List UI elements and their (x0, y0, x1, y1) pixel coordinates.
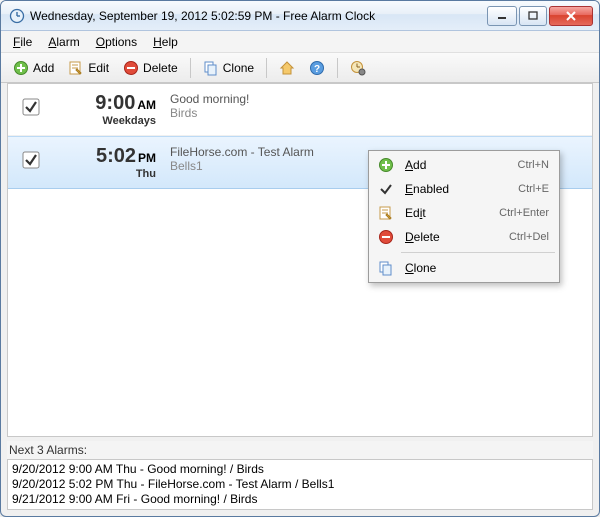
delete-button[interactable]: Delete (117, 57, 184, 79)
time-value: 5:02 (96, 145, 136, 167)
context-menu: Add Ctrl+N Enabled Ctrl+E Edit Ctrl+Ente… (368, 150, 560, 283)
footer-label: Next 3 Alarms: (7, 441, 593, 459)
ctx-add-shortcut: Ctrl+N (518, 159, 549, 171)
edit-icon (378, 205, 394, 221)
edit-label: Edit (88, 61, 109, 75)
alarm-checkbox-wrap (18, 92, 42, 114)
window-controls (487, 6, 593, 26)
app-icon (9, 8, 25, 24)
home-icon (279, 60, 295, 76)
ctx-add[interactable]: Add Ctrl+N (371, 153, 557, 177)
alarm-checkbox-wrap (18, 145, 42, 167)
upcoming-alarm: 9/21/2012 9:00 AM Fri - Good morning! / … (12, 492, 588, 507)
delete-icon (378, 229, 394, 245)
help-button[interactable]: ? (303, 57, 331, 79)
upcoming-alarm: 9/20/2012 9:00 AM Thu - Good morning! / … (12, 462, 588, 477)
menu-alarm[interactable]: Alarm (40, 33, 87, 51)
window-title: Wednesday, September 19, 2012 5:02:59 PM… (30, 9, 375, 23)
ctx-edit-shortcut: Ctrl+Enter (499, 207, 549, 219)
help-icon: ? (309, 60, 325, 76)
maximize-button[interactable] (519, 6, 547, 26)
time-ampm: AM (137, 98, 156, 112)
alarm-row[interactable]: 9:00AM Weekdays Good morning! Birds (8, 84, 592, 136)
clock-gear-icon (350, 60, 366, 76)
alarm-list[interactable]: 9:00AM Weekdays Good morning! Birds 5:02… (8, 84, 592, 436)
edit-icon (68, 60, 84, 76)
upcoming-alarm: 9/20/2012 5:02 PM Thu - FileHorse.com - … (12, 477, 588, 492)
ctx-separator (401, 252, 555, 253)
add-label: Add (33, 61, 54, 75)
ctx-add-label: Add (405, 158, 510, 172)
alarm-sound: Birds (170, 106, 582, 120)
clock-settings-button[interactable] (344, 57, 372, 79)
window-title-wrap: Wednesday, September 19, 2012 5:02:59 PM… (9, 8, 487, 24)
ctx-delete-shortcut: Ctrl+Del (509, 231, 549, 243)
app-window: Wednesday, September 19, 2012 5:02:59 PM… (0, 0, 600, 517)
delete-label: Delete (143, 61, 178, 75)
menu-help[interactable]: Help (145, 33, 186, 51)
time-value: 9:00 (95, 92, 135, 114)
separator (266, 58, 267, 78)
close-button[interactable] (549, 6, 593, 26)
ctx-enabled[interactable]: Enabled Ctrl+E (371, 177, 557, 201)
menu-options[interactable]: Options (88, 33, 145, 51)
delete-icon (123, 60, 139, 76)
ctx-delete[interactable]: Delete Ctrl+Del (371, 225, 557, 249)
title-bar[interactable]: Wednesday, September 19, 2012 5:02:59 PM… (1, 1, 599, 31)
checkbox-checked-icon[interactable] (22, 98, 38, 114)
separator (190, 58, 191, 78)
home-button[interactable] (273, 57, 301, 79)
alarm-time: 9:00AM Weekdays (56, 92, 156, 127)
ctx-enabled-label: Enabled (405, 182, 510, 196)
checkmark-icon (378, 181, 394, 197)
alarm-description: Good morning! Birds (170, 92, 582, 120)
add-button[interactable]: Add (7, 57, 60, 79)
time-days: Weekdays (56, 115, 156, 127)
menu-file[interactable]: File (5, 33, 40, 51)
clone-icon (378, 260, 394, 276)
svg-text:?: ? (314, 64, 320, 75)
alarm-title: Good morning! (170, 92, 582, 106)
ctx-clone[interactable]: Clone (371, 256, 557, 280)
clone-label: Clone (223, 61, 254, 75)
content-area: 9:00AM Weekdays Good morning! Birds 5:02… (7, 83, 593, 437)
time-days: Thu (56, 168, 156, 180)
alarm-time: 5:02PM Thu (56, 145, 156, 180)
ctx-enabled-shortcut: Ctrl+E (518, 183, 549, 195)
toolbar: Add Edit Delete Clone ? (1, 53, 599, 83)
plus-icon (378, 157, 394, 173)
ctx-clone-label: Clone (405, 261, 541, 275)
checkbox-checked-icon[interactable] (22, 151, 38, 167)
ctx-edit[interactable]: Edit Ctrl+Enter (371, 201, 557, 225)
ctx-delete-label: Delete (405, 230, 501, 244)
plus-icon (13, 60, 29, 76)
clone-icon (203, 60, 219, 76)
minimize-button[interactable] (487, 6, 517, 26)
ctx-edit-label: Edit (405, 206, 491, 220)
menu-bar: File Alarm Options Help (1, 31, 599, 53)
footer: Next 3 Alarms: 9/20/2012 9:00 AM Thu - G… (7, 441, 593, 510)
clone-button[interactable]: Clone (197, 57, 260, 79)
separator (337, 58, 338, 78)
time-ampm: PM (138, 151, 156, 165)
upcoming-alarms-list: 9/20/2012 9:00 AM Thu - Good morning! / … (7, 459, 593, 510)
edit-button[interactable]: Edit (62, 57, 115, 79)
